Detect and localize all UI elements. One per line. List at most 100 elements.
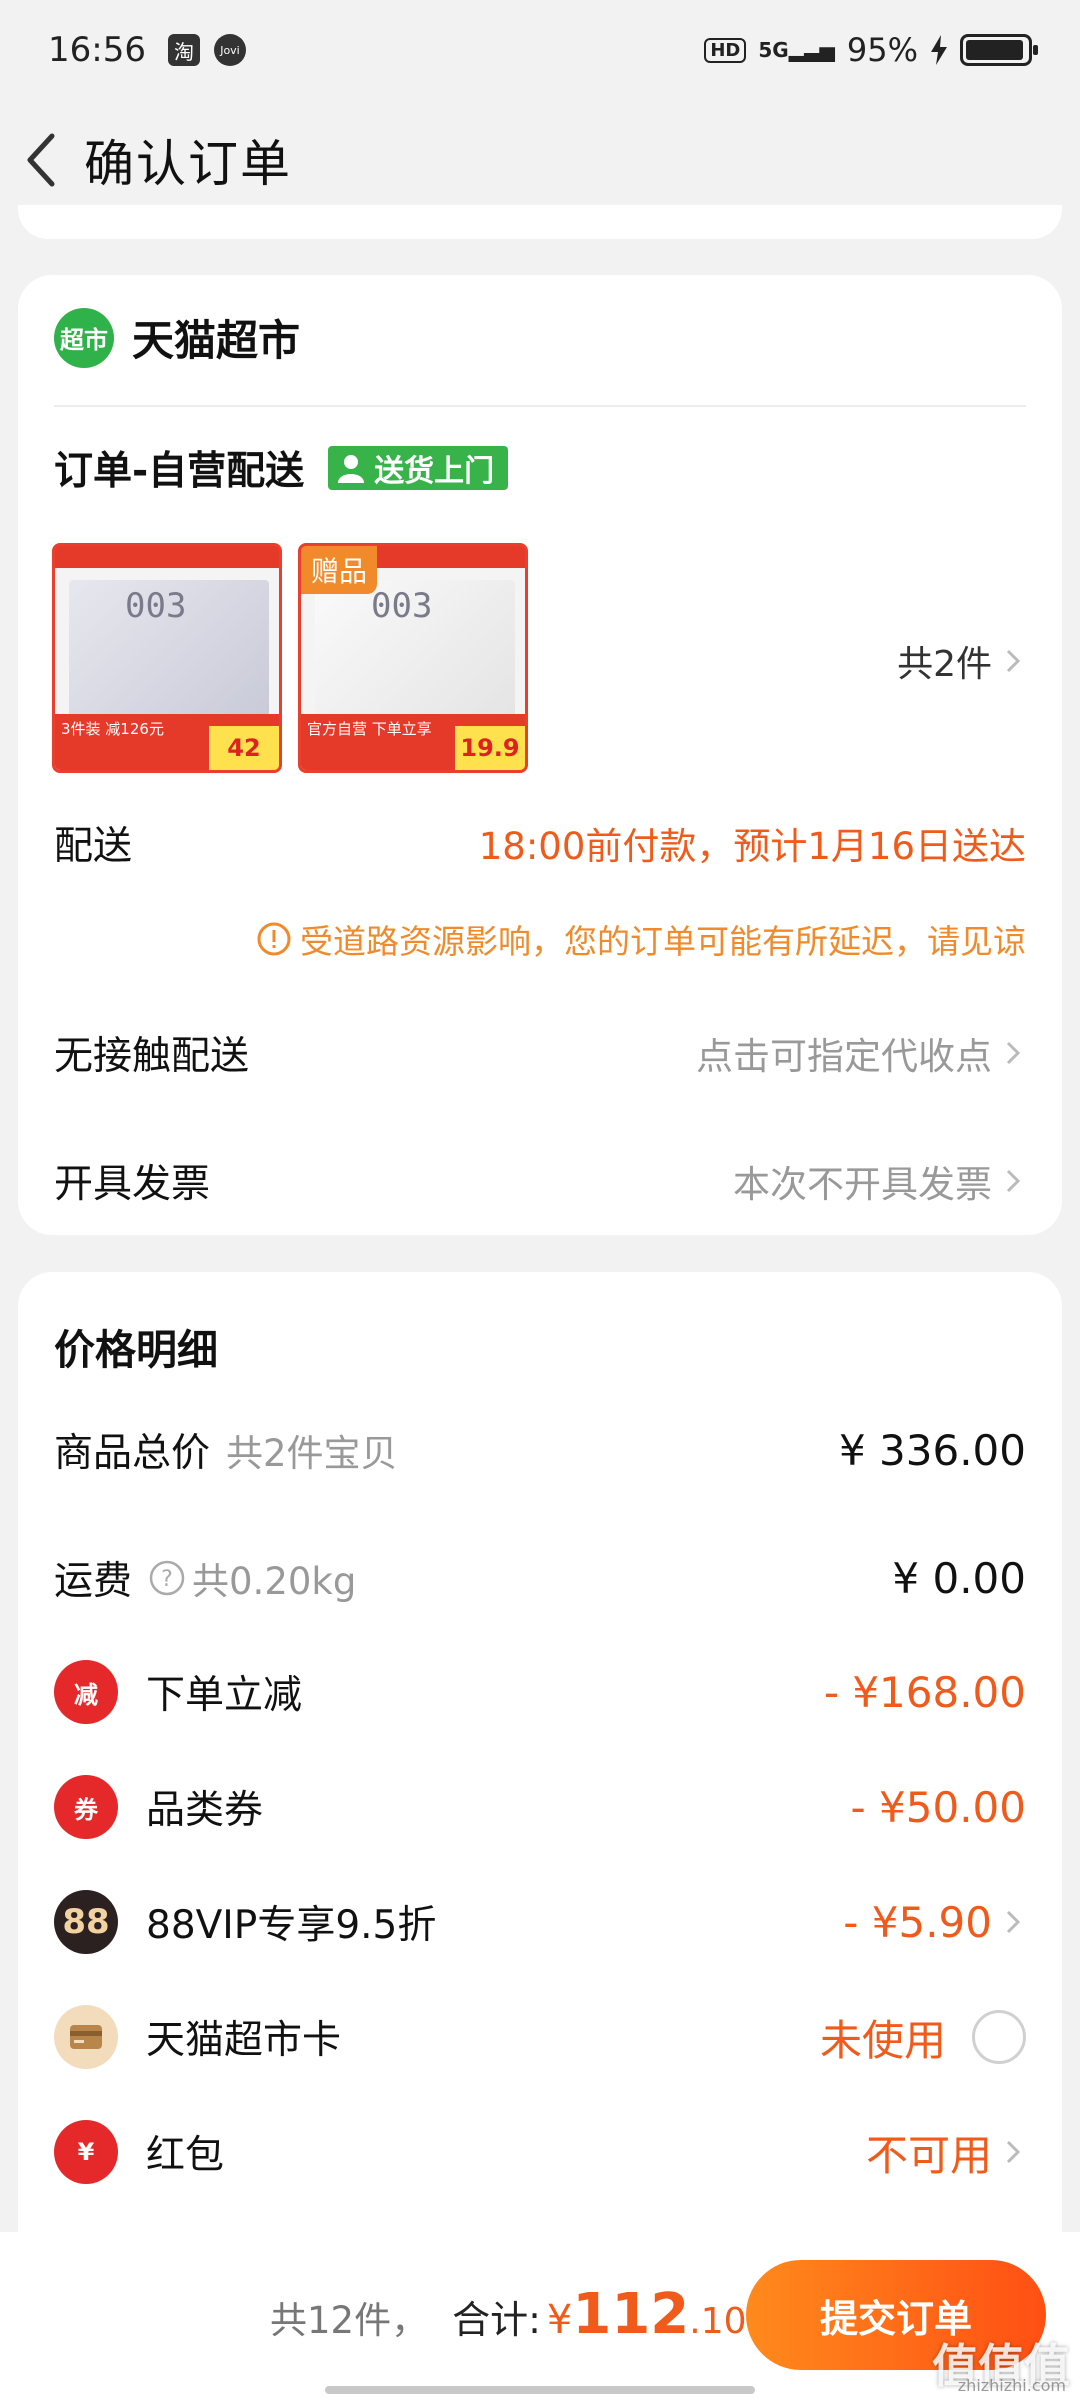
product-label: 003 — [371, 586, 433, 626]
delivery-tag-label: 送货上门 — [374, 454, 495, 489]
svg-text:?: ? — [161, 1567, 173, 1592]
person-icon — [338, 455, 365, 483]
delivery-row: 配送 18:00前付款，预计1月16日送达 — [54, 815, 1026, 871]
hd-icon: HD — [704, 37, 747, 63]
tmall-supermarket-logo-icon: 超市 — [54, 307, 114, 368]
product-thumbnails[interactable]: 003 3件装 减126元 42 003 赠品 官方自营 下单立享 19.9 — [52, 543, 528, 773]
contactless-row[interactable]: 无接触配送 点击可指定代收点 — [54, 1025, 1026, 1081]
taobao-notification-icon: 淘 — [167, 34, 200, 66]
promo-text: 官方自营 下单立享 — [307, 720, 432, 738]
supermarket-card-status: 未使用 — [820, 2007, 1026, 2068]
discount-row-coupon: 券 品类券 - ¥50.00 — [54, 1775, 1026, 1839]
instant-discount-icon: 减 — [54, 1660, 118, 1724]
coupon-icon: 券 — [54, 1775, 118, 1839]
order-card: 超市 天猫超市 订单-自营配送 送货上门 003 3件装 减126元 42 00… — [18, 275, 1062, 1235]
discount-amount: - ¥168.00 — [823, 1667, 1026, 1717]
discount-amount-wrap: - ¥5.90 — [843, 1898, 1026, 1947]
store-name: 天猫超市 — [132, 316, 301, 365]
status-time: 16:56 — [48, 30, 146, 70]
network-type: 5G — [758, 38, 789, 62]
supermarket-card-row[interactable]: 天猫超市卡 未使用 — [54, 2005, 1026, 2069]
discount-row-88vip[interactable]: 88 88VIP专享9.5折 - ¥5.90 — [54, 1890, 1026, 1954]
product-thumbnail[interactable]: 003 3件装 减126元 42 — [52, 543, 282, 773]
delay-warning: 受道路资源影响，您的订单可能有所延迟，请见谅 — [256, 915, 1026, 963]
home-indicator[interactable] — [325, 2386, 755, 2394]
order-type-row: 订单-自营配送 送货上门 — [54, 440, 509, 496]
nav-bar: 确认订单 — [0, 100, 1080, 220]
supermarket-card-status-text: 未使用 — [819, 2015, 946, 2065]
discount-label: 下单立减 — [146, 1673, 303, 1718]
goods-total-row: 商品总价 共2件宝贝 ¥ 336.00 — [54, 1422, 1026, 1478]
product-thumbnail[interactable]: 003 赠品 官方自营 下单立享 19.9 — [298, 543, 528, 773]
discount-label: 品类券 — [146, 1788, 264, 1833]
battery-percent: 95% — [846, 31, 918, 69]
shipping-label: 运费 — [54, 1559, 133, 1604]
product-price: 42 — [209, 726, 279, 770]
total-decimal: .10 — [689, 2301, 747, 2342]
item-count-link[interactable]: 共2件 — [897, 635, 1026, 687]
divider — [54, 405, 1026, 407]
chevron-right-icon — [1006, 649, 1021, 673]
red-packet-status-text: 不可用 — [865, 2130, 992, 2180]
discount-label: 天猫超市卡 — [146, 2018, 342, 2063]
signal-icon: 5G▂▃▅ — [758, 38, 835, 62]
product-label: 003 — [125, 586, 187, 626]
discount-amount: - ¥5.90 — [843, 1897, 992, 1947]
goods-total-amount: ¥ 336.00 — [838, 1425, 1026, 1475]
total-item-count: 共12件， — [270, 2299, 429, 2342]
status-bar: 16:56 淘 Jovi HD 5G▂▃▅ 95% — [0, 0, 1080, 100]
gift-tag: 赠品 — [301, 546, 378, 594]
chevron-right-icon — [1006, 1910, 1021, 1934]
order-type-title: 订单-自营配送 — [54, 449, 305, 494]
contactless-value: 点击可指定代收点 — [696, 1026, 1026, 1080]
shipping-amount: ¥ 0.00 — [892, 1553, 1026, 1603]
goods-total-label: 商品总价 — [54, 1431, 211, 1476]
red-packet-icon: ¥ — [54, 2120, 118, 2184]
invoice-value: 本次不开具发票 — [733, 1154, 1026, 1208]
battery-fill — [966, 40, 1023, 60]
item-count: 共2件 — [897, 644, 992, 685]
discount-row-instant: 减 下单立减 - ¥168.00 — [54, 1660, 1026, 1724]
store-header[interactable]: 超市 天猫超市 — [54, 307, 300, 368]
battery-icon — [960, 34, 1038, 66]
shipping-weight[interactable]: ? 共0.20kg — [148, 1551, 356, 1605]
contactless-value-text: 点击可指定代收点 — [696, 1035, 992, 1078]
supermarket-card-radio[interactable] — [972, 2010, 1026, 2064]
promo-text: 3件装 减126元 — [61, 720, 164, 738]
price-detail-title: 价格明细 — [54, 1326, 218, 1374]
help-icon[interactable]: ? — [148, 1559, 186, 1597]
invoice-row[interactable]: 开具发票 本次不开具发票 — [54, 1153, 1026, 1209]
delay-warning-text: 受道路资源影响，您的订单可能有所延迟，请见谅 — [300, 922, 1026, 961]
88vip-icon: 88 — [54, 1890, 118, 1954]
red-packet-status: 不可用 — [866, 2122, 1026, 2183]
checkout-bar: 共12件， 合计: ¥ 112 .10 提交订单 — [0, 2232, 1080, 2400]
page-title: 确认订单 — [84, 135, 292, 193]
discount-label: 红包 — [146, 2133, 225, 2178]
chevron-right-icon — [1006, 1041, 1021, 1065]
address-card-edge — [18, 205, 1062, 239]
product-price: 19.9 — [455, 726, 525, 770]
info-icon — [257, 922, 291, 956]
chevron-right-icon — [1006, 2140, 1021, 2164]
chevron-right-icon — [1006, 1169, 1021, 1193]
order-summary: 共12件， 合计: ¥ 112 .10 — [270, 2282, 747, 2347]
shipping-row: 运费 ? 共0.20kg ¥ 0.00 — [54, 1550, 1026, 1606]
delivery-eta: 18:00前付款，预计1月16日送达 — [478, 825, 1026, 868]
jovi-notification-icon: Jovi — [213, 34, 246, 66]
invoice-label: 开具发票 — [54, 1162, 211, 1207]
charging-icon — [931, 35, 947, 65]
card-icon — [54, 2005, 118, 2069]
back-arrow-icon[interactable] — [12, 130, 72, 190]
delivery-label: 配送 — [54, 824, 133, 869]
discount-amount: - ¥50.00 — [850, 1782, 1026, 1832]
red-packet-row[interactable]: ¥ 红包 不可用 — [54, 2120, 1026, 2184]
invoice-value-text: 本次不开具发票 — [733, 1163, 992, 1206]
price-detail-card: 价格明细 商品总价 共2件宝贝 ¥ 336.00 运费 ? 共0.20kg ¥ … — [18, 1272, 1062, 2232]
contactless-label: 无接触配送 — [54, 1034, 250, 1079]
total-label: 合计: — [452, 2298, 541, 2342]
total-integer: 112 — [572, 2282, 690, 2347]
goods-total-count: 共2件宝贝 — [226, 1432, 398, 1475]
watermark-url: zhizhizhi.com — [957, 2376, 1066, 2395]
currency-symbol: ¥ — [546, 2297, 573, 2343]
delivery-tag: 送货上门 — [328, 446, 509, 490]
